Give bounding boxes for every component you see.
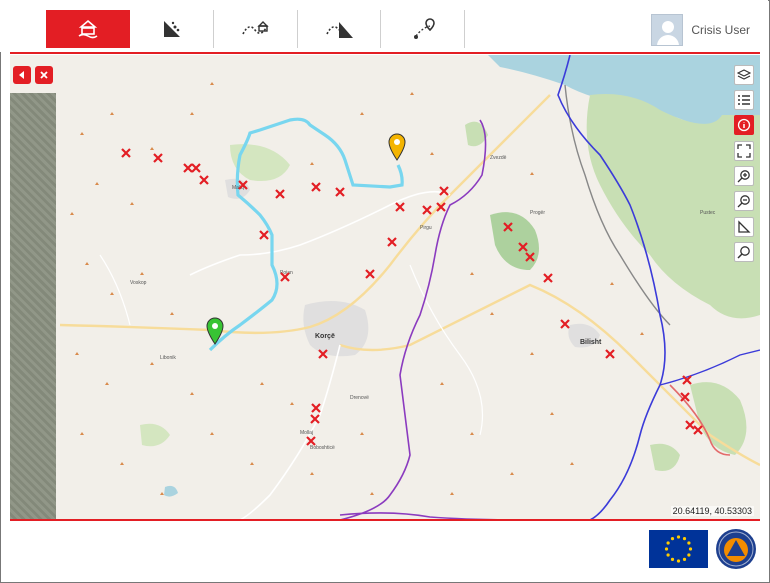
hazard-marker-icon[interactable] xyxy=(152,152,164,164)
hazard-marker-icon[interactable] xyxy=(334,186,346,198)
landslide-icon xyxy=(164,21,180,37)
user-name: Crisis User xyxy=(691,23,750,37)
tool-route-pins[interactable] xyxy=(381,10,465,48)
info-icon xyxy=(737,118,751,132)
panel-back-button[interactable] xyxy=(13,66,31,84)
measure-icon xyxy=(738,220,751,233)
header-divider xyxy=(10,52,760,54)
list-icon xyxy=(738,95,750,105)
tool-route-landslide[interactable] xyxy=(298,10,382,48)
place-label: Korçë xyxy=(315,333,335,340)
map-basemap xyxy=(10,55,760,520)
hazard-marker-icon[interactable] xyxy=(679,391,691,403)
tool-landslide[interactable] xyxy=(130,10,214,48)
hazard-marker-icon[interactable] xyxy=(421,204,433,216)
fullscreen-button[interactable] xyxy=(734,141,754,161)
hazard-marker-icon[interactable] xyxy=(681,374,693,386)
route-landslide-icon xyxy=(326,22,353,38)
hazard-marker-icon[interactable] xyxy=(435,201,447,213)
back-icon xyxy=(19,71,24,79)
hazard-marker-icon[interactable] xyxy=(310,181,322,193)
hazard-marker-icon[interactable] xyxy=(309,413,321,425)
zoom-in-icon xyxy=(737,170,750,183)
hazard-marker-icon[interactable] xyxy=(542,272,554,284)
hazard-marker-icon[interactable] xyxy=(559,318,571,330)
layers-button[interactable] xyxy=(734,65,754,85)
eu-flag-icon xyxy=(649,530,708,568)
zoom-in-button[interactable] xyxy=(734,166,754,186)
tool-route-hazard[interactable] xyxy=(214,10,298,48)
cursor-coordinates: 20.64119, 40.53303 xyxy=(670,506,754,516)
civil-protection-logo-icon xyxy=(716,529,756,569)
hazard-marker-icon[interactable] xyxy=(237,179,249,191)
toolbar-divider xyxy=(464,10,465,48)
route-pins-icon xyxy=(414,18,435,39)
place-label: Drenovë xyxy=(350,395,369,401)
avatar xyxy=(651,14,684,46)
hazard-marker-icon[interactable] xyxy=(364,268,376,280)
place-label: Zvezdë xyxy=(490,155,507,161)
layers-icon xyxy=(737,69,751,80)
hazard-marker-icon[interactable] xyxy=(524,251,536,263)
info-button[interactable] xyxy=(734,115,754,135)
list-button[interactable] xyxy=(734,90,754,110)
zoom-out-icon xyxy=(737,195,750,208)
hazard-marker-icon[interactable] xyxy=(274,188,286,200)
hazard-marker-icon[interactable] xyxy=(502,221,514,233)
tool-hazard-report[interactable] xyxy=(46,10,130,48)
map-side-panel xyxy=(10,93,56,520)
place-label: Pustec xyxy=(700,210,716,216)
hazard-marker-icon[interactable] xyxy=(394,201,406,213)
close-icon xyxy=(40,71,48,79)
search-icon xyxy=(737,246,750,259)
hazard-marker-icon[interactable] xyxy=(386,236,398,248)
hazard-marker-icon[interactable] xyxy=(604,348,616,360)
place-label: Bilisht xyxy=(580,339,602,346)
place-label: Libonik xyxy=(160,355,176,361)
hazard-report-icon xyxy=(78,19,98,39)
panel-close-button[interactable] xyxy=(35,66,53,84)
hazard-marker-icon[interactable] xyxy=(279,271,291,283)
hazard-marker-icon[interactable] xyxy=(692,424,704,436)
measure-button[interactable] xyxy=(734,217,754,237)
destination-pin-icon[interactable] xyxy=(388,133,406,161)
map-view[interactable]: Korçë Bilisht Maliq Pirgu Drenovë Progër… xyxy=(10,55,760,520)
place-label: Pirgu xyxy=(420,225,432,231)
fullscreen-icon xyxy=(737,144,751,158)
user-menu[interactable]: Crisis User xyxy=(651,14,750,46)
place-label: Voskop xyxy=(130,280,147,286)
hazard-marker-icon[interactable] xyxy=(305,435,317,447)
place-label: Progër xyxy=(530,210,546,216)
route-hazard-icon xyxy=(242,21,269,35)
footer-divider xyxy=(10,519,760,521)
hazard-marker-icon[interactable] xyxy=(120,147,132,159)
zoom-out-button[interactable] xyxy=(734,191,754,211)
hazard-marker-icon[interactable] xyxy=(190,162,202,174)
hazard-marker-icon[interactable] xyxy=(258,229,270,241)
origin-pin-icon[interactable] xyxy=(206,317,224,345)
hazard-marker-icon[interactable] xyxy=(317,348,329,360)
hazard-marker-icon[interactable] xyxy=(438,185,450,197)
hazard-marker-icon[interactable] xyxy=(198,174,210,186)
search-button[interactable] xyxy=(734,242,754,262)
top-toolbar: Crisis User xyxy=(0,0,768,52)
